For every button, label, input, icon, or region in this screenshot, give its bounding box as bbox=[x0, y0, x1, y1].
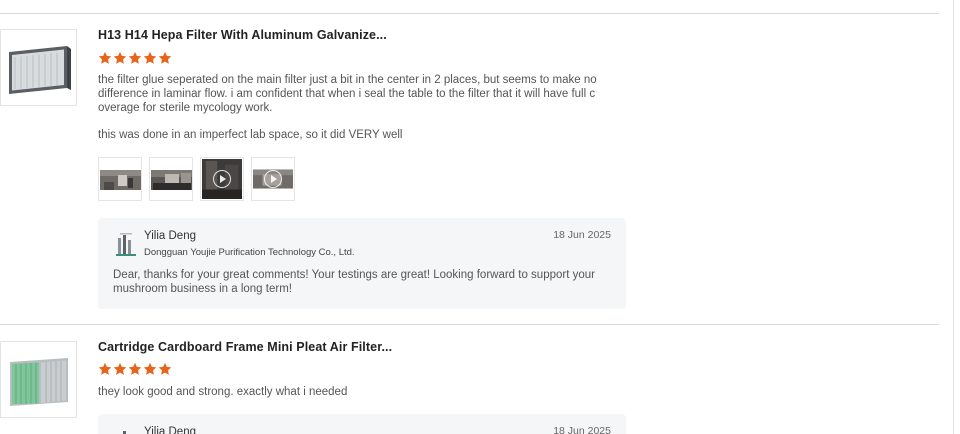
star-icon bbox=[158, 362, 172, 375]
reply-author: Yilia Deng bbox=[144, 230, 196, 242]
star-icon bbox=[158, 51, 172, 64]
star-icon bbox=[128, 51, 142, 64]
review-text: the filter glue seperated on the main fi… bbox=[98, 74, 597, 114]
product-thumbnail[interactable] bbox=[0, 29, 77, 106]
star-icon bbox=[98, 362, 112, 375]
scroll-edge bbox=[953, 0, 954, 434]
review-photo[interactable] bbox=[149, 157, 193, 201]
play-icon bbox=[213, 170, 231, 188]
star-icon bbox=[128, 362, 142, 375]
seller-reply: Yilia Deng Dongguan Youjie Purification … bbox=[98, 218, 626, 309]
company-logo bbox=[123, 431, 126, 434]
star-icon bbox=[143, 362, 157, 375]
product-title[interactable]: H13 H14 Hepa Filter With Aluminum Galvan… bbox=[98, 28, 387, 42]
top-divider bbox=[0, 13, 939, 14]
star-rating bbox=[98, 362, 172, 376]
reply-date: 18 Jun 2025 bbox=[553, 425, 611, 434]
reply-author: Yilia Deng bbox=[144, 426, 196, 434]
review-text: this was done in an imperfect lab space,… bbox=[98, 129, 403, 141]
star-icon bbox=[113, 51, 127, 64]
review-photo[interactable] bbox=[98, 157, 142, 201]
review-text: they look good and strong. exactly what … bbox=[98, 386, 348, 398]
review-media bbox=[98, 157, 295, 201]
star-icon bbox=[98, 51, 112, 64]
play-icon bbox=[264, 170, 282, 188]
reply-company: Dongguan Youjie Purification Technology … bbox=[144, 247, 355, 258]
star-icon bbox=[113, 362, 127, 375]
product-thumbnail[interactable] bbox=[0, 341, 77, 418]
seller-reply: Yilia Deng 18 Jun 2025 bbox=[98, 414, 626, 434]
company-logo bbox=[116, 233, 136, 256]
product-title[interactable]: Cartridge Cardboard Frame Mini Pleat Air… bbox=[98, 340, 392, 354]
star-rating bbox=[98, 51, 172, 65]
review-video[interactable] bbox=[251, 157, 295, 201]
reply-text: Dear, thanks for your great comments! Yo… bbox=[113, 269, 595, 295]
review-divider bbox=[0, 324, 939, 325]
star-icon bbox=[143, 51, 157, 64]
reply-date: 18 Jun 2025 bbox=[553, 229, 611, 241]
review-video[interactable] bbox=[200, 157, 244, 201]
